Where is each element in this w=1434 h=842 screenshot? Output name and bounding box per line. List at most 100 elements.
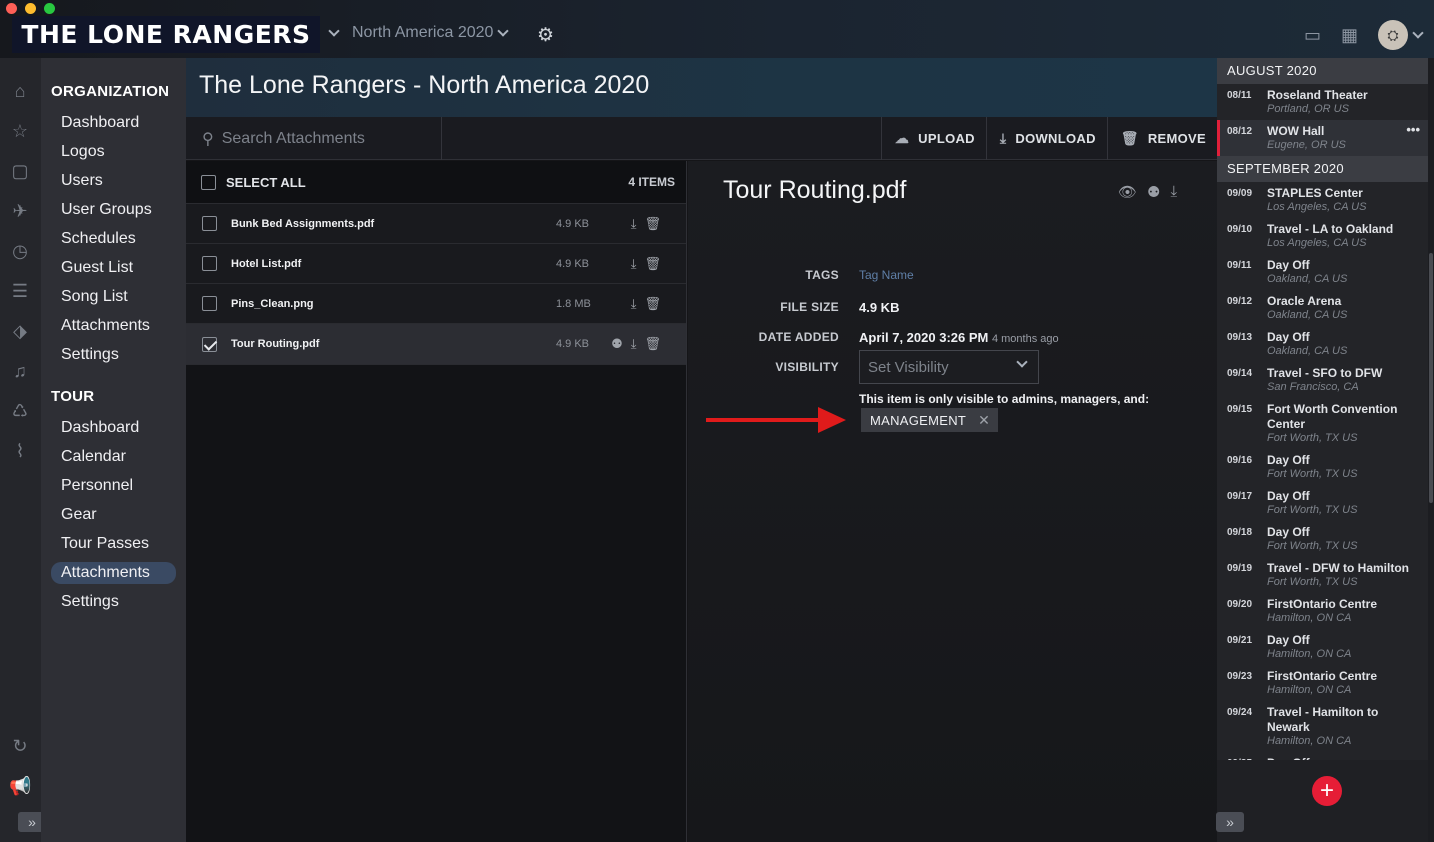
star-icon[interactable]: ☆ (9, 120, 31, 142)
calendar-event[interactable]: 09/16 Day Off Fort Worth, TX US (1217, 449, 1428, 485)
calendar-event[interactable]: 09/21 Day Off Hamilton, ON CA (1217, 629, 1428, 665)
restricted-users-icon[interactable]: ⚉ (611, 336, 623, 352)
calendar-event[interactable]: 09/17 Day Off Fort Worth, TX US (1217, 485, 1428, 521)
calendar-event[interactable]: 09/23 FirstOntario Centre Hamilton, ON CA (1217, 665, 1428, 701)
sidebar-item-tour-settings[interactable]: Settings (51, 591, 176, 613)
download-icon[interactable]: ⤓ (1171, 183, 1178, 201)
restricted-users-icon[interactable]: ⚉ (1147, 183, 1160, 201)
calendar-event[interactable]: 09/20 FirstOntario Centre Hamilton, ON CA (1217, 593, 1428, 629)
upload-button[interactable]: ☁ UPLOAD (880, 117, 986, 160)
sidebar-item-gear[interactable]: Gear (51, 504, 176, 526)
sidebar-item-logos[interactable]: Logos (51, 141, 176, 163)
calendar-event[interactable]: 09/15 Fort Worth Convention Center Fort Wo… (1217, 398, 1428, 449)
file-row[interactable]: Hotel List.pdf 4.9 KB ⤓ 🗑 (186, 244, 686, 284)
home-icon[interactable]: ⌂ (9, 80, 31, 102)
download-icon[interactable]: ⤓ (631, 296, 637, 312)
sidebar-item-calendar[interactable]: Calendar (51, 446, 176, 468)
search-box: ⚲ (186, 117, 442, 160)
file-row-selected[interactable]: Tour Routing.pdf 4.9 KB ⚉ ⤓ 🗑 (186, 324, 686, 365)
calendar-event[interactable]: 09/11 Day Off Oakland, CA US (1217, 254, 1428, 290)
event-date: 09/19 (1227, 563, 1253, 574)
briefcase-icon[interactable]: ▢ (9, 160, 31, 182)
calendar-event[interactable]: 09/25Day OffNewark, NJ US (1217, 752, 1428, 760)
account-menu[interactable]: ⛭ (1378, 20, 1424, 50)
calendar-event-current[interactable]: 08/12 WOW Hall Eugene, OR US ••• (1217, 120, 1428, 156)
sidebar-item-guest-list[interactable]: Guest List (51, 257, 176, 279)
sidebar-item-settings[interactable]: Settings (51, 344, 176, 366)
more-options-icon[interactable]: ••• (1406, 122, 1420, 137)
download-icon[interactable]: ⤓ (631, 256, 637, 272)
download-button[interactable]: ⤓ DOWNLOAD (985, 117, 1107, 160)
sidebar-item-schedules[interactable]: Schedules (51, 228, 176, 250)
calendar-event[interactable]: 09/09 STAPLES Center Los Angeles, CA US (1217, 182, 1428, 218)
zoom-window-button[interactable] (44, 3, 55, 14)
remove-chip-icon[interactable]: ✕ (978, 412, 990, 429)
calendar-event[interactable]: 09/18 Day Off Fort Worth, TX US (1217, 521, 1428, 557)
tags-input[interactable]: Tag Name (859, 268, 914, 282)
select-all-label[interactable]: SELECT ALL (226, 175, 306, 190)
event-title: Oracle Arena (1267, 294, 1342, 308)
calendar-grid-icon[interactable]: ▦ (1341, 25, 1358, 46)
calendar-event[interactable]: 08/11 Roseland Theater Portland, OR US (1217, 84, 1428, 120)
scrollbar[interactable] (1428, 58, 1434, 842)
download-icon[interactable]: ⤓ (631, 336, 637, 352)
sidebar-item-attachments[interactable]: Attachments (51, 315, 176, 337)
airplane-icon[interactable]: ✈ (9, 200, 31, 222)
file-row[interactable]: Pins_Clean.png 1.8 MB ⤓ 🗑 (186, 284, 686, 324)
visibility-select[interactable]: Set Visibility (859, 350, 1039, 384)
search-input[interactable] (221, 129, 422, 148)
trash-icon[interactable]: 🗑 (644, 296, 661, 312)
org-logo[interactable]: THE LONE RANGERS (12, 16, 320, 53)
scrollbar-thumb[interactable] (1429, 253, 1433, 503)
date-added-relative: 4 months ago (991, 333, 1059, 345)
trash-icon[interactable]: 🗑 (644, 216, 661, 232)
sidebar-item-tour-dashboard[interactable]: Dashboard (51, 417, 176, 439)
trash-icon[interactable]: 🗑 (644, 256, 661, 272)
file-checkbox[interactable] (202, 336, 217, 352)
contact-card-icon[interactable]: ▭ (1304, 25, 1321, 46)
date-added-value: April 7, 2020 3:26 PM 4 months ago (859, 330, 1059, 345)
trash-icon[interactable]: 🗑 (644, 336, 661, 352)
handshake-icon[interactable]: ♺ (9, 400, 31, 422)
refresh-icon[interactable]: ↻ (9, 735, 31, 757)
expand-calendar-button[interactable]: » (1216, 812, 1244, 832)
minimize-window-button[interactable] (25, 3, 36, 14)
gear-icon[interactable]: ⚙ (537, 24, 554, 47)
close-window-button[interactable] (6, 3, 17, 14)
calendar-event[interactable]: 09/19 Travel - DFW to Hamilton Fort Worth,… (1217, 557, 1428, 593)
trash-icon: 🗑 (1120, 130, 1139, 146)
file-row[interactable]: Bunk Bed Assignments.pdf 4.9 KB ⤓ 🗑 (186, 204, 686, 244)
music-note-icon[interactable]: ♫ (9, 360, 31, 382)
sidebar-item-tour-passes[interactable]: Tour Passes (51, 533, 176, 555)
file-checkbox[interactable] (202, 256, 217, 271)
file-size-label: FILE SIZE (780, 300, 839, 314)
event-location: Hamilton, ON CA (1267, 684, 1352, 696)
sidebar-item-personnel[interactable]: Personnel (51, 475, 176, 497)
paperclip-icon[interactable]: ⌇ (9, 440, 31, 462)
sidebar-item-user-groups[interactable]: User Groups (51, 199, 176, 221)
eye-icon[interactable]: 👁 (1118, 183, 1137, 201)
tour-selector[interactable]: North America 2020 (328, 24, 510, 42)
calendar-event[interactable]: 09/12 Oracle Arena Oakland, CA US (1217, 290, 1428, 326)
event-location: Los Angeles, CA US (1267, 237, 1367, 249)
download-icon[interactable]: ⤓ (631, 216, 637, 232)
file-checkbox[interactable] (202, 216, 217, 231)
megaphone-icon[interactable]: 📢 (9, 775, 31, 797)
sidebar-item-song-list[interactable]: Song List (51, 286, 176, 308)
sidebar-item-users[interactable]: Users (51, 170, 176, 192)
calendar-event[interactable]: 09/14 Travel - SFO to DFW San Francisco, C… (1217, 362, 1428, 398)
file-checkbox[interactable] (202, 296, 217, 311)
remove-button[interactable]: 🗑 REMOVE (1106, 117, 1217, 160)
calendar-event[interactable]: 09/24 Travel - Hamilton to Newark Hamilton… (1217, 701, 1428, 752)
calendar-event[interactable]: 09/13 Day Off Oakland, CA US (1217, 326, 1428, 362)
select-all-checkbox[interactable] (201, 174, 216, 190)
clock-icon[interactable]: ◷ (9, 240, 31, 262)
sidebar-item-tour-attachments[interactable]: Attachments (51, 562, 176, 584)
sidebar-item-dashboard[interactable]: Dashboard (51, 112, 176, 134)
event-title: Travel - SFO to DFW (1267, 366, 1383, 380)
add-event-button[interactable]: + (1312, 776, 1342, 806)
tag-icon[interactable]: ⬗ (9, 320, 31, 342)
list-icon[interactable]: ☰ (9, 280, 31, 302)
event-title: FirstOntario Centre (1267, 669, 1378, 683)
calendar-event[interactable]: 09/10 Travel - LA to Oakland Los Angeles, … (1217, 218, 1428, 254)
